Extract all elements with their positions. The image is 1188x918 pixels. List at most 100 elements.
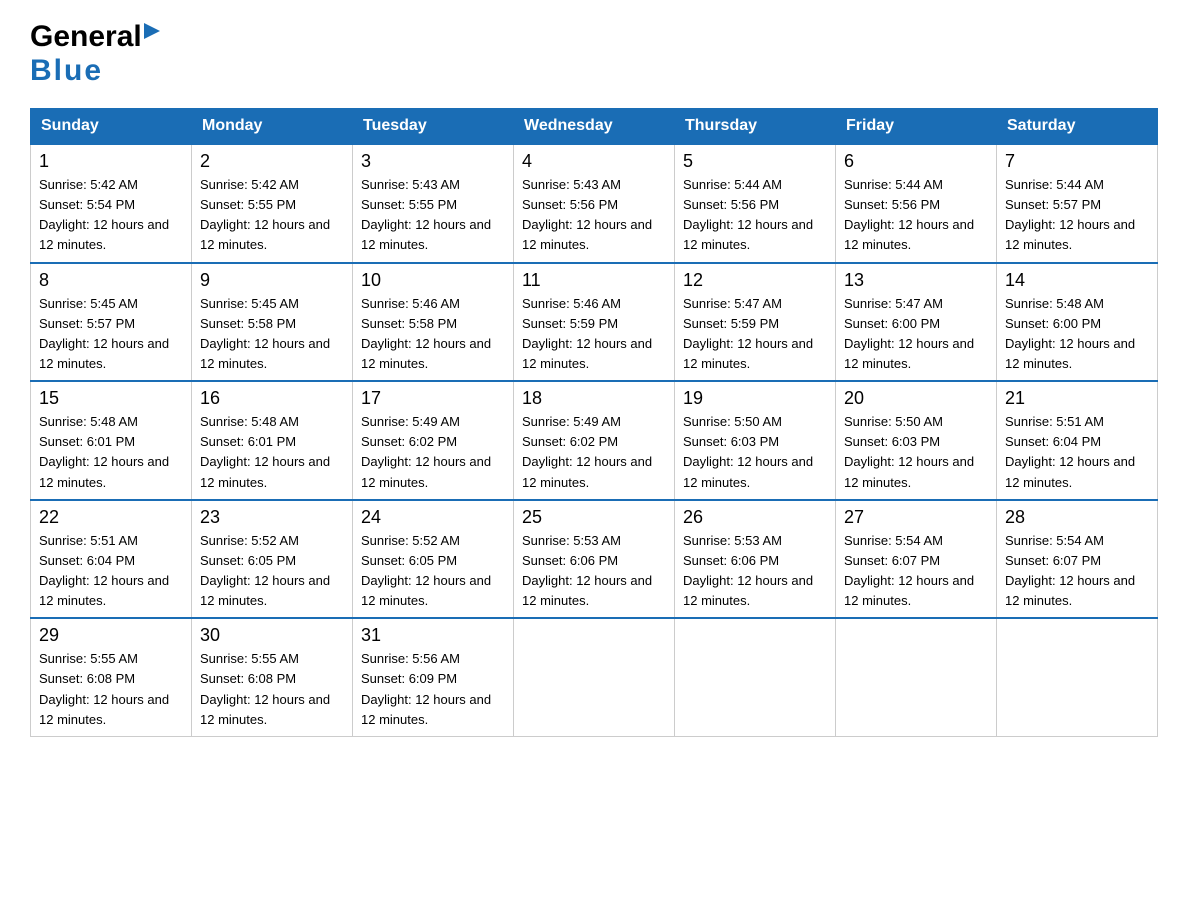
day-number: 27 bbox=[844, 507, 988, 528]
calendar-table: SundayMondayTuesdayWednesdayThursdayFrid… bbox=[30, 108, 1158, 737]
day-number: 30 bbox=[200, 625, 344, 646]
calendar-cell: 27 Sunrise: 5:54 AMSunset: 6:07 PMDayligh… bbox=[836, 500, 997, 619]
week-row-1: 1 Sunrise: 5:42 AMSunset: 5:54 PMDaylight… bbox=[31, 144, 1158, 263]
calendar-cell: 30 Sunrise: 5:55 AMSunset: 6:08 PMDayligh… bbox=[192, 618, 353, 736]
calendar-cell: 3 Sunrise: 5:43 AMSunset: 5:55 PMDaylight… bbox=[353, 144, 514, 263]
page-header: General Blue bbox=[30, 20, 1158, 88]
calendar-cell: 23 Sunrise: 5:52 AMSunset: 6:05 PMDayligh… bbox=[192, 500, 353, 619]
day-number: 20 bbox=[844, 388, 988, 409]
day-number: 5 bbox=[683, 151, 827, 172]
day-number: 22 bbox=[39, 507, 183, 528]
day-number: 10 bbox=[361, 270, 505, 291]
day-info: Sunrise: 5:51 AMSunset: 6:04 PMDaylight:… bbox=[39, 531, 183, 612]
header-cell-friday: Friday bbox=[836, 109, 997, 145]
calendar-cell bbox=[836, 618, 997, 736]
day-info: Sunrise: 5:52 AMSunset: 6:05 PMDaylight:… bbox=[200, 531, 344, 612]
day-info: Sunrise: 5:42 AMSunset: 5:55 PMDaylight:… bbox=[200, 175, 344, 256]
calendar-cell: 19 Sunrise: 5:50 AMSunset: 6:03 PMDayligh… bbox=[675, 381, 836, 500]
calendar-cell: 28Sunrise: 5:54 AMSunset: 6:07 PMDayligh… bbox=[997, 500, 1158, 619]
calendar-cell: 14Sunrise: 5:48 AMSunset: 6:00 PMDayligh… bbox=[997, 263, 1158, 382]
day-number: 19 bbox=[683, 388, 827, 409]
day-info: Sunrise: 5:51 AMSunset: 6:04 PMDaylight:… bbox=[1005, 412, 1149, 493]
day-info: Sunrise: 5:56 AMSunset: 6:09 PMDaylight:… bbox=[361, 649, 505, 730]
day-number: 1 bbox=[39, 151, 183, 172]
calendar-cell: 25 Sunrise: 5:53 AMSunset: 6:06 PMDayligh… bbox=[514, 500, 675, 619]
day-number: 21 bbox=[1005, 388, 1149, 409]
day-number: 4 bbox=[522, 151, 666, 172]
calendar-cell: 12 Sunrise: 5:47 AMSunset: 5:59 PMDayligh… bbox=[675, 263, 836, 382]
calendar-cell: 5 Sunrise: 5:44 AMSunset: 5:56 PMDaylight… bbox=[675, 144, 836, 263]
logo-blue-text: Blue bbox=[30, 54, 103, 88]
day-info: Sunrise: 5:43 AMSunset: 5:56 PMDaylight:… bbox=[522, 175, 666, 256]
calendar-cell: 26 Sunrise: 5:53 AMSunset: 6:06 PMDayligh… bbox=[675, 500, 836, 619]
day-info: Sunrise: 5:55 AMSunset: 6:08 PMDaylight:… bbox=[200, 649, 344, 730]
day-info: Sunrise: 5:44 AMSunset: 5:56 PMDaylight:… bbox=[844, 175, 988, 256]
week-row-2: 8Sunrise: 5:45 AMSunset: 5:57 PMDaylight… bbox=[31, 263, 1158, 382]
week-row-3: 15 Sunrise: 5:48 AMSunset: 6:01 PMDayligh… bbox=[31, 381, 1158, 500]
calendar-cell: 17 Sunrise: 5:49 AMSunset: 6:02 PMDayligh… bbox=[353, 381, 514, 500]
calendar-cell: 10 Sunrise: 5:46 AMSunset: 5:58 PMDayligh… bbox=[353, 263, 514, 382]
day-info: Sunrise: 5:42 AMSunset: 5:54 PMDaylight:… bbox=[39, 175, 183, 256]
day-info: Sunrise: 5:46 AMSunset: 5:59 PMDaylight:… bbox=[522, 294, 666, 375]
calendar-header: SundayMondayTuesdayWednesdayThursdayFrid… bbox=[31, 109, 1158, 145]
calendar-cell bbox=[514, 618, 675, 736]
header-cell-sunday: Sunday bbox=[31, 109, 192, 145]
calendar-cell: 1 Sunrise: 5:42 AMSunset: 5:54 PMDaylight… bbox=[31, 144, 192, 263]
calendar-cell: 9Sunrise: 5:45 AMSunset: 5:58 PMDaylight… bbox=[192, 263, 353, 382]
day-number: 2 bbox=[200, 151, 344, 172]
day-number: 6 bbox=[844, 151, 988, 172]
day-info: Sunrise: 5:53 AMSunset: 6:06 PMDaylight:… bbox=[683, 531, 827, 612]
calendar-cell: 13 Sunrise: 5:47 AMSunset: 6:00 PMDayligh… bbox=[836, 263, 997, 382]
day-number: 17 bbox=[361, 388, 505, 409]
calendar-cell: 15Sunrise: 5:48 AMSunset: 6:01 PMDayligh… bbox=[31, 381, 192, 500]
day-number: 31 bbox=[361, 625, 505, 646]
day-info: Sunrise: 5:46 AMSunset: 5:58 PMDaylight:… bbox=[361, 294, 505, 375]
calendar-cell bbox=[997, 618, 1158, 736]
day-number: 15 bbox=[39, 388, 183, 409]
day-info: Sunrise: 5:50 AMSunset: 6:03 PMDaylight:… bbox=[844, 412, 988, 493]
calendar-cell: 31 Sunrise: 5:56 AMSunset: 6:09 PMDayligh… bbox=[353, 618, 514, 736]
header-row: SundayMondayTuesdayWednesdayThursdayFrid… bbox=[31, 109, 1158, 145]
calendar-cell: 2 Sunrise: 5:42 AMSunset: 5:55 PMDaylight… bbox=[192, 144, 353, 263]
calendar-cell: 18Sunrise: 5:49 AMSunset: 6:02 PMDayligh… bbox=[514, 381, 675, 500]
day-info: Sunrise: 5:43 AMSunset: 5:55 PMDaylight:… bbox=[361, 175, 505, 256]
day-number: 13 bbox=[844, 270, 988, 291]
calendar-cell: 16 Sunrise: 5:48 AMSunset: 6:01 PMDayligh… bbox=[192, 381, 353, 500]
day-info: Sunrise: 5:44 AMSunset: 5:56 PMDaylight:… bbox=[683, 175, 827, 256]
calendar-cell: 7 Sunrise: 5:44 AMSunset: 5:57 PMDaylight… bbox=[997, 144, 1158, 263]
day-info: Sunrise: 5:49 AMSunset: 6:02 PMDaylight:… bbox=[361, 412, 505, 493]
day-info: Sunrise: 5:47 AMSunset: 6:00 PMDaylight:… bbox=[844, 294, 988, 375]
day-info: Sunrise: 5:47 AMSunset: 5:59 PMDaylight:… bbox=[683, 294, 827, 375]
calendar-cell: 11 Sunrise: 5:46 AMSunset: 5:59 PMDayligh… bbox=[514, 263, 675, 382]
day-number: 8 bbox=[39, 270, 183, 291]
header-cell-wednesday: Wednesday bbox=[514, 109, 675, 145]
day-number: 25 bbox=[522, 507, 666, 528]
day-info: Sunrise: 5:54 AMSunset: 6:07 PMDaylight:… bbox=[1005, 531, 1149, 612]
calendar-cell: 8Sunrise: 5:45 AMSunset: 5:57 PMDaylight… bbox=[31, 263, 192, 382]
day-info: Sunrise: 5:53 AMSunset: 6:06 PMDaylight:… bbox=[522, 531, 666, 612]
logo-general-text: General bbox=[30, 20, 142, 54]
day-number: 24 bbox=[361, 507, 505, 528]
day-number: 3 bbox=[361, 151, 505, 172]
logo-wrapper: General bbox=[30, 20, 160, 54]
calendar-cell: 4 Sunrise: 5:43 AMSunset: 5:56 PMDaylight… bbox=[514, 144, 675, 263]
day-info: Sunrise: 5:54 AMSunset: 6:07 PMDaylight:… bbox=[844, 531, 988, 612]
day-number: 7 bbox=[1005, 151, 1149, 172]
calendar-cell bbox=[675, 618, 836, 736]
day-number: 23 bbox=[200, 507, 344, 528]
day-number: 26 bbox=[683, 507, 827, 528]
day-number: 9 bbox=[200, 270, 344, 291]
day-number: 14 bbox=[1005, 270, 1149, 291]
day-info: Sunrise: 5:49 AMSunset: 6:02 PMDaylight:… bbox=[522, 412, 666, 493]
day-info: Sunrise: 5:44 AMSunset: 5:57 PMDaylight:… bbox=[1005, 175, 1149, 256]
day-info: Sunrise: 5:50 AMSunset: 6:03 PMDaylight:… bbox=[683, 412, 827, 493]
calendar-cell: 20 Sunrise: 5:50 AMSunset: 6:03 PMDayligh… bbox=[836, 381, 997, 500]
day-info: Sunrise: 5:52 AMSunset: 6:05 PMDaylight:… bbox=[361, 531, 505, 612]
day-number: 11 bbox=[522, 270, 666, 291]
day-number: 12 bbox=[683, 270, 827, 291]
header-cell-thursday: Thursday bbox=[675, 109, 836, 145]
calendar-cell: 6 Sunrise: 5:44 AMSunset: 5:56 PMDaylight… bbox=[836, 144, 997, 263]
day-info: Sunrise: 5:48 AMSunset: 6:01 PMDaylight:… bbox=[200, 412, 344, 493]
header-cell-monday: Monday bbox=[192, 109, 353, 145]
day-number: 16 bbox=[200, 388, 344, 409]
